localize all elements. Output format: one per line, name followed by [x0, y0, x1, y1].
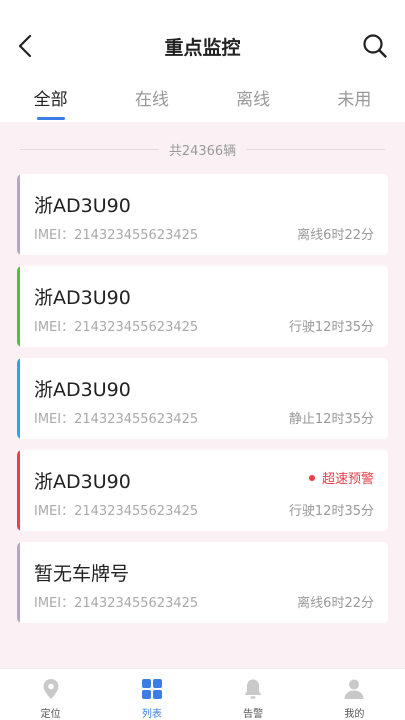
plate-number: 浙AD3U90 — [34, 287, 131, 309]
top-bar: 重点监控 — [0, 0, 405, 92]
nav-label: 列表 — [141, 709, 162, 720]
status-color-bar — [17, 450, 20, 531]
vehicle-card[interactable]: 暂无车牌号 IMEI：214323455623425 离线6时22分 — [17, 542, 388, 623]
vehicle-card[interactable]: 浙AD3U90 超速预警 IMEI：214323455623425 行驶12时3… — [17, 450, 388, 531]
status-color-bar — [17, 358, 20, 439]
page-title: 重点监控 — [164, 37, 241, 59]
alarm-dot-icon — [308, 474, 315, 481]
divider — [20, 148, 159, 150]
imei-text: IMEI：214323455623425 — [34, 228, 199, 243]
nav-item-profile[interactable]: 我的 — [304, 669, 405, 720]
status-duration: 静止12时35分 — [288, 412, 374, 427]
status-duration: 离线6时22分 — [297, 596, 374, 611]
status-duration: 行驶12时35分 — [288, 504, 374, 519]
tab-unused[interactable]: 未用 — [304, 80, 405, 122]
nav-label: 定位 — [40, 709, 61, 720]
nav-item-location[interactable]: 定位 — [0, 669, 101, 720]
vehicle-count: 共24366辆 — [168, 143, 237, 159]
nav-item-list[interactable]: 列表 — [101, 669, 202, 720]
plate-number: 浙AD3U90 — [34, 471, 131, 493]
status-duration: 行驶12时35分 — [288, 320, 374, 335]
status-color-bar — [17, 174, 20, 255]
bottom-nav: 定位 列表 告警 我的 — [0, 668, 405, 720]
alarm-text: 超速预警 — [321, 472, 374, 487]
nav-label: 告警 — [243, 709, 264, 720]
filter-tabs: 全部 在线 离线 未用 — [0, 80, 405, 122]
vehicle-count-row: 共24366辆 — [20, 139, 386, 159]
imei-text: IMEI：214323455623425 — [34, 412, 199, 427]
imei-text: IMEI：214323455623425 — [34, 504, 199, 519]
divider — [246, 148, 386, 150]
alarm-badge: 超速预警 — [308, 468, 374, 487]
bell-icon — [244, 679, 262, 699]
status-duration: 离线6时22分 — [297, 228, 374, 243]
location-pin-icon — [43, 679, 59, 699]
tab-offline[interactable]: 离线 — [203, 80, 304, 122]
nav-item-alerts[interactable]: 告警 — [203, 669, 304, 720]
search-button[interactable] — [362, 33, 388, 59]
plate-number: 浙AD3U90 — [34, 379, 131, 401]
tab-online[interactable]: 在线 — [101, 80, 202, 122]
imei-text: IMEI：214323455623425 — [34, 320, 199, 335]
plate-number: 暂无车牌号 — [34, 563, 130, 585]
status-color-bar — [17, 266, 20, 347]
grid-icon — [141, 679, 162, 699]
status-color-bar — [17, 542, 20, 623]
nav-label: 我的 — [344, 709, 365, 720]
vehicle-card[interactable]: 浙AD3U90 IMEI：214323455623425 静止12时35分 — [17, 358, 388, 439]
vehicle-card[interactable]: 浙AD3U90 IMEI：214323455623425 离线6时22分 — [17, 174, 388, 255]
user-icon — [344, 679, 364, 699]
search-icon — [363, 34, 387, 58]
vehicle-card[interactable]: 浙AD3U90 IMEI：214323455623425 行驶12时35分 — [17, 266, 388, 347]
imei-text: IMEI：214323455623425 — [34, 596, 199, 611]
vehicle-list[interactable]: 共24366辆 浙AD3U90 IMEI：214323455623425 离线6… — [0, 122, 405, 668]
plate-number: 浙AD3U90 — [34, 195, 131, 217]
tab-all[interactable]: 全部 — [0, 80, 101, 122]
